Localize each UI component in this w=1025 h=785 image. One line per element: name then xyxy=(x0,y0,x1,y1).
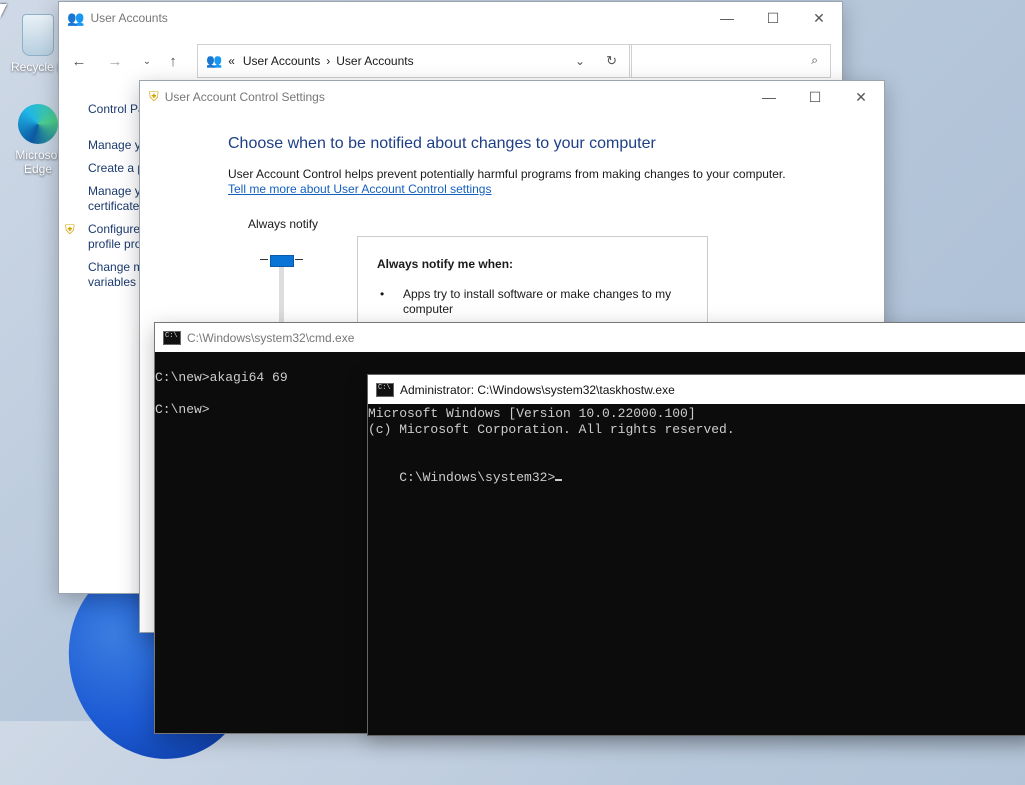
window-title: C:\Windows\system32\cmd.exe xyxy=(187,330,355,345)
uac-shield-icon: ⛨ xyxy=(65,222,75,237)
sidebar-item-create[interactable]: Create a p xyxy=(88,161,144,176)
sidebar-item-label: profile pro xyxy=(88,237,142,251)
uac-shield-icon: ⛨ xyxy=(149,89,159,104)
window-title: User Account Control Settings xyxy=(164,90,325,104)
admin-console-titlebar[interactable]: Administrator: C:\Windows\system32\taskh… xyxy=(368,375,1025,404)
learn-more-link[interactable]: Tell me more about User Account Control … xyxy=(228,182,491,196)
info-bullet: Apps try to install software or make cha… xyxy=(380,287,682,317)
sidebar-item-label: Manage y xyxy=(88,184,141,198)
sidebar-item-label: Manage y xyxy=(88,138,141,152)
slider-tick-right xyxy=(295,259,303,260)
sidebar-item-manage-certificates[interactable]: Manage y certificate xyxy=(88,184,141,214)
console-line-1: Microsoft Windows [Version 10.0.22000.10… xyxy=(368,406,696,421)
slider-top-label: Always notify xyxy=(248,217,319,231)
window-title: Administrator: C:\Windows\system32\taskh… xyxy=(400,382,675,397)
recent-locations-chevron-icon[interactable]: ⌄ xyxy=(137,52,157,72)
page-title: Choose when to be notified about changes… xyxy=(228,135,656,152)
info-bullet-line1: Apps try to install software or make cha… xyxy=(403,287,672,301)
admin-console-window[interactable]: Administrator: C:\Windows\system32\taskh… xyxy=(367,374,1025,736)
close-button[interactable]: ✕ xyxy=(796,2,842,34)
back-arrow-icon[interactable]: ← xyxy=(69,52,89,72)
search-icon: ⌕ xyxy=(811,53,818,67)
console-prompt: C:\Windows\system32> xyxy=(399,470,556,485)
up-arrow-icon[interactable]: ↑ xyxy=(163,52,183,72)
cmd-line-1: C:\new>akagi64 69 xyxy=(155,370,288,385)
console-icon xyxy=(163,330,181,345)
breadcrumb-separator: › xyxy=(326,54,331,68)
sidebar-item-label: Create a p xyxy=(88,161,145,175)
forward-arrow-icon[interactable]: → xyxy=(105,52,125,72)
console-icon xyxy=(376,382,394,397)
sidebar-item-change-variables[interactable]: Change m variables xyxy=(88,260,143,290)
info-title: Always notify me when: xyxy=(377,257,514,271)
console-line-2: (c) Microsoft Corporation. All rights re… xyxy=(368,422,735,437)
sidebar-item-label: Change m xyxy=(88,260,144,274)
text-cursor xyxy=(555,479,563,481)
uac-description: User Account Control helps prevent poten… xyxy=(228,167,786,181)
address-bar[interactable]: 👥 « User Accounts › User Accounts ⌄ ↻ xyxy=(197,44,632,78)
console-prompt-line[interactable]: C:\Windows\system32> xyxy=(368,454,563,502)
close-button[interactable]: ✕ xyxy=(838,81,884,113)
cmd-line-2: C:\new> xyxy=(155,402,210,417)
users-icon: 👥 xyxy=(206,53,223,68)
notification-slider-track[interactable] xyxy=(279,261,284,331)
sidebar-item-configure-profile[interactable]: ⛨ Configure profile pro xyxy=(65,222,142,252)
sidebar-item-label: certificate xyxy=(88,199,140,213)
maximize-button[interactable]: ☐ xyxy=(750,2,796,34)
users-icon: 👥 xyxy=(67,9,85,26)
navigation-bar: ← → ⌄ ↑ 👥 « User Accounts › User Account… xyxy=(59,44,842,78)
notification-slider-thumb[interactable] xyxy=(270,255,294,267)
search-input[interactable]: ⌕ xyxy=(629,44,831,78)
minimize-button[interactable]: — xyxy=(746,81,792,113)
refresh-icon[interactable]: ↻ xyxy=(606,53,617,69)
control-panel-home-link[interactable]: Control Pa xyxy=(88,102,145,117)
trash-icon xyxy=(22,14,54,56)
slider-tick-left xyxy=(260,259,268,260)
edge-icon xyxy=(18,104,58,144)
maximize-button[interactable]: ☐ xyxy=(792,81,838,113)
info-bullet-line2: computer xyxy=(403,302,454,316)
breadcrumb-user-accounts-1[interactable]: User Accounts xyxy=(243,54,320,68)
address-dropdown-chevron-icon[interactable]: ⌄ xyxy=(575,54,585,68)
sidebar-item-label: variables xyxy=(88,275,137,289)
minimize-button[interactable]: — xyxy=(704,2,750,34)
cmd-titlebar[interactable]: C:\Windows\system32\cmd.exe xyxy=(155,323,1025,352)
sidebar-item-manage-1[interactable]: Manage y xyxy=(88,138,141,153)
breadcrumb-user-accounts-2[interactable]: User Accounts xyxy=(336,54,413,68)
sidebar-item-label: Configure xyxy=(88,222,141,236)
breadcrumb-chevrons[interactable]: « xyxy=(228,54,235,68)
window-title: User Accounts xyxy=(90,11,168,25)
